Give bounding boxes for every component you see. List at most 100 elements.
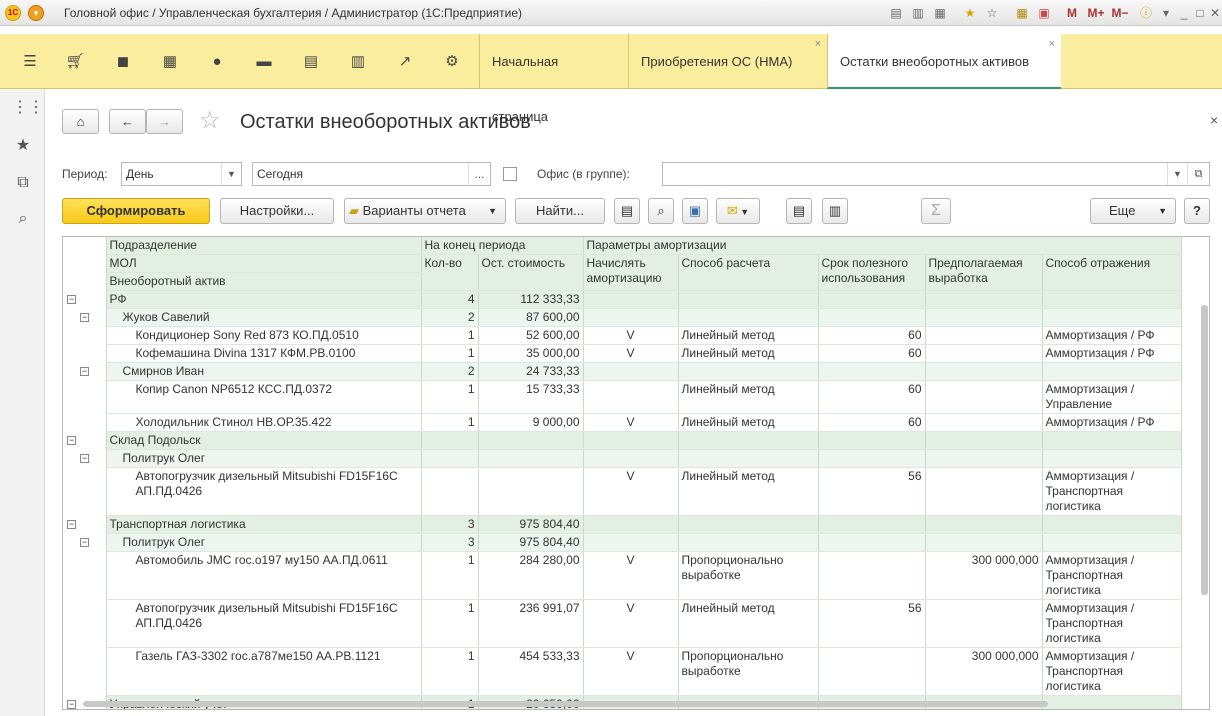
apps-grid-icon[interactable]: ⋮⋮ <box>12 97 44 119</box>
cell-useful-life[interactable]: 56 <box>818 599 926 648</box>
collapse-toggle-icon[interactable]: − <box>67 435 76 445</box>
table-row[interactable]: Кондиционер Sony Red 873 КО.ПД.0510 1 52 6… <box>63 326 1182 345</box>
cell-useful-life[interactable] <box>818 362 926 381</box>
cell-reflection[interactable] <box>1042 533 1182 552</box>
history-icon[interactable]: ⧉ <box>12 172 34 194</box>
warehouse-icon[interactable]: ▦ <box>160 52 180 72</box>
cell-residual-cost[interactable]: 112 333,33 <box>478 290 584 309</box>
close-form-icon[interactable]: × <box>1210 112 1218 128</box>
cell-residual-cost[interactable] <box>478 449 584 468</box>
tab-home[interactable]: Начальная страница <box>479 34 628 124</box>
cell-useful-life[interactable]: 56 <box>818 467 926 516</box>
cell-residual-cost[interactable]: 52 600,00 <box>478 326 584 345</box>
cell-method[interactable] <box>678 449 819 468</box>
cell-method[interactable]: Пропорционально выработке <box>678 551 819 600</box>
table-row[interactable]: Газель ГАЗ-3302 гос.а787ме150 АА.РВ.1121… <box>63 647 1182 696</box>
cell-expected-output[interactable] <box>925 467 1043 516</box>
cell-name[interactable]: Копир Canon NP6512 КСС.ПД.0372 <box>106 380 422 414</box>
cell-expected-output[interactable] <box>925 413 1043 432</box>
cell-method[interactable]: Линейный метод <box>678 467 819 516</box>
info-icon[interactable]: ⓘ <box>1138 5 1154 21</box>
cell-method[interactable] <box>678 290 819 309</box>
collapse-toggle-icon[interactable]: − <box>67 519 76 529</box>
group-row[interactable]: − Политрук Олег <box>63 449 1182 468</box>
cell-name[interactable]: Жуков Савелий <box>106 308 422 327</box>
cell-expected-output[interactable]: 300 000,000 <box>925 551 1043 600</box>
info-dropdown-icon[interactable]: ▾ <box>1158 5 1174 21</box>
cell-method[interactable]: Линейный метод <box>678 413 819 432</box>
table-row[interactable]: Автопогрузчик дизельный Mitsubishi FD15F… <box>63 599 1182 648</box>
money-icon[interactable]: ● <box>207 52 227 72</box>
group-row[interactable]: − Смирнов Иван 2 24 733,33 <box>63 362 1182 381</box>
close-window-icon[interactable]: ✕ <box>1207 5 1222 21</box>
documents-icon[interactable]: ▤ <box>301 52 321 72</box>
chevron-down-icon[interactable]: ▼ <box>221 163 241 185</box>
cell-reflection[interactable] <box>1042 362 1182 381</box>
tab-acquisitions[interactable]: Приобретения ОС (НМА) × <box>628 34 827 89</box>
cell-method[interactable]: Линейный метод <box>678 380 819 414</box>
cell-name[interactable]: Политрук Олег <box>106 449 422 468</box>
collapse-toggle-icon[interactable]: − <box>80 366 89 376</box>
cell-accrue[interactable]: V <box>583 344 679 363</box>
preview-icon[interactable]: ▦ <box>932 5 948 21</box>
scroll-thumb[interactable] <box>83 701 1048 707</box>
cell-expected-output[interactable] <box>925 380 1043 414</box>
cell-accrue[interactable]: V <box>583 647 679 696</box>
settings-button[interactable]: Настройки... <box>220 198 334 224</box>
cell-reflection[interactable]: Аммортизация / РФ <box>1042 344 1182 363</box>
home-button[interactable]: ⌂ <box>62 109 99 134</box>
cell-accrue[interactable] <box>583 515 679 534</box>
cell-qty[interactable]: 1 <box>421 326 479 345</box>
cell-residual-cost[interactable] <box>478 431 584 450</box>
collapse-toggle-icon[interactable]: − <box>67 294 76 304</box>
memory-minus-icon[interactable]: M− <box>1110 5 1130 21</box>
office-field[interactable]: ▼ ⧉ <box>662 162 1210 186</box>
cell-useful-life[interactable] <box>818 290 926 309</box>
cell-qty[interactable]: 1 <box>421 380 479 414</box>
cell-accrue[interactable] <box>583 362 679 381</box>
cell-expected-output[interactable] <box>925 290 1043 309</box>
cell-useful-life[interactable] <box>818 431 926 450</box>
cell-name[interactable]: РФ <box>106 290 422 309</box>
cell-qty[interactable]: 1 <box>421 599 479 648</box>
group-row[interactable]: − РФ 4 112 333,33 <box>63 290 1182 309</box>
cell-method[interactable] <box>678 308 819 327</box>
cell-qty[interactable]: 1 <box>421 344 479 363</box>
cell-reflection[interactable]: Аммортизация / Транспортная логистика <box>1042 467 1182 516</box>
cell-expected-output[interactable] <box>925 308 1043 327</box>
cell-residual-cost[interactable]: 15 733,33 <box>478 380 584 414</box>
calculator-icon[interactable]: ▦ <box>1014 5 1030 21</box>
cell-accrue[interactable]: V <box>583 326 679 345</box>
cell-method[interactable]: Линейный метод <box>678 326 819 345</box>
find-button[interactable]: Найти... <box>515 198 605 224</box>
collapse-toggle-icon[interactable]: − <box>80 537 89 547</box>
cell-reflection[interactable]: Аммортизация / Транспортная логистика <box>1042 647 1182 696</box>
cell-name[interactable]: Автомобиль JMC гос.о197 му150 АА.ПД.0611 <box>106 551 422 600</box>
cell-residual-cost[interactable]: 284 280,00 <box>478 551 584 600</box>
cell-expected-output[interactable] <box>925 326 1043 345</box>
sum-button[interactable]: Σ <box>921 198 951 224</box>
cell-method[interactable]: Линейный метод <box>678 599 819 648</box>
chevron-down-icon[interactable]: ▼ <box>1167 163 1187 185</box>
cell-residual-cost[interactable]: 454 533,33 <box>478 647 584 696</box>
cell-qty[interactable] <box>421 449 479 468</box>
cell-expected-output[interactable] <box>925 515 1043 534</box>
cell-useful-life[interactable]: 60 <box>818 344 926 363</box>
main-menu-icon[interactable]: ▾ <box>28 5 44 21</box>
cell-residual-cost[interactable]: 87 600,00 <box>478 308 584 327</box>
report-variants-button[interactable]: ▰ Варианты отчета ▼ <box>344 198 506 224</box>
cell-reflection[interactable] <box>1042 449 1182 468</box>
cell-residual-cost[interactable]: 9 000,00 <box>478 413 584 432</box>
cell-name[interactable]: Смирнов Иван <box>106 362 422 381</box>
collapse-groups-button[interactable]: ▥ <box>822 198 848 224</box>
table-row[interactable]: Автомобиль JMC гос.о197 му150 АА.ПД.0611… <box>63 551 1182 600</box>
cell-name[interactable]: Транспортная логистика <box>106 515 422 534</box>
settings-gear-icon[interactable]: ⚙ <box>442 52 462 72</box>
report-grid[interactable]: Подразделение На конец периода Параметры… <box>62 236 1210 710</box>
office-checkbox[interactable] <box>503 167 517 181</box>
table-row[interactable]: Кофемашина Divina 1317 КФМ.РВ.0100 1 35 00… <box>63 344 1182 363</box>
save-button[interactable]: ▣ <box>682 198 708 224</box>
cell-expected-output[interactable] <box>925 533 1043 552</box>
cell-expected-output[interactable] <box>925 344 1043 363</box>
cell-useful-life[interactable]: 60 <box>818 413 926 432</box>
